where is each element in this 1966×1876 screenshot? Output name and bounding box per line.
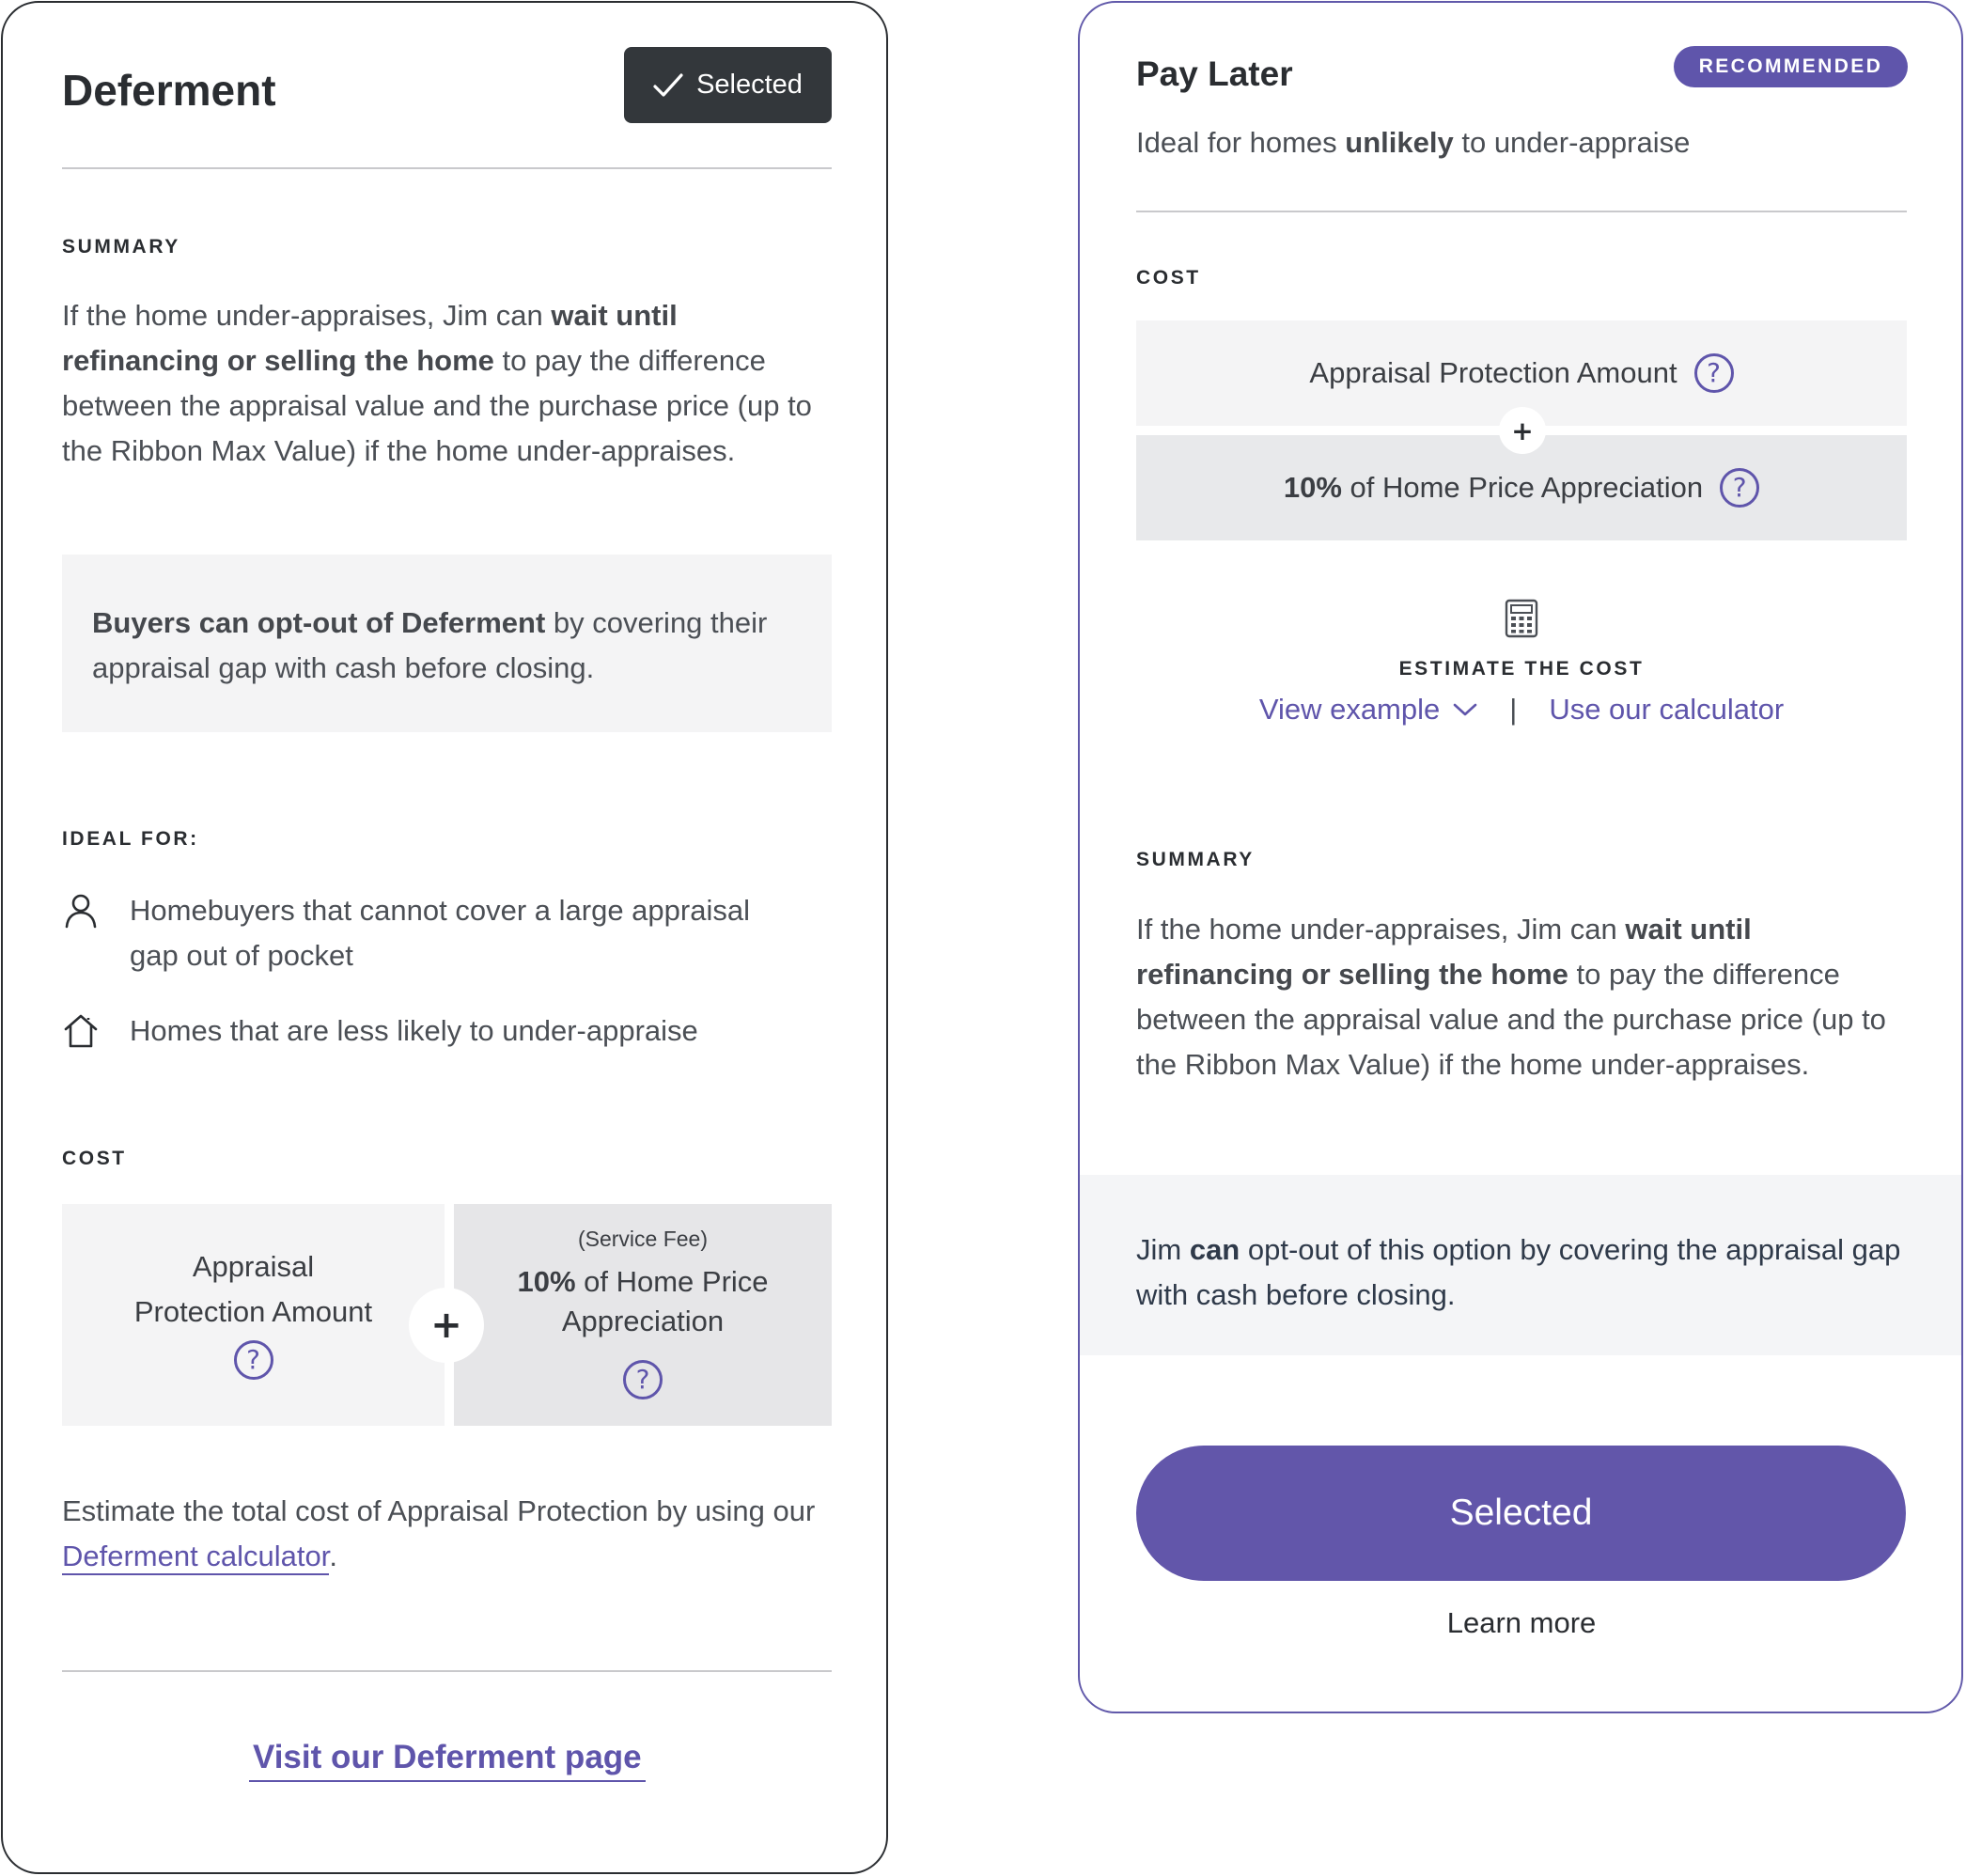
link-separator: |	[1509, 693, 1518, 726]
estimate-text: Estimate the total cost of Appraisal Pro…	[62, 1489, 842, 1579]
view-example-label: View example	[1258, 693, 1441, 726]
card-title: Pay Later	[1136, 55, 1293, 93]
selected-label: Selected	[696, 70, 803, 100]
plus-icon: +	[1499, 407, 1546, 454]
service-fee-note: (Service Fee)	[577, 1227, 709, 1251]
estimate-links: View example | Use our calculator	[1080, 693, 1961, 727]
deferment-card: Deferment Selected SUMMARY If the home u…	[1, 1, 888, 1874]
optout-note: Buyers can opt-out of Deferment by cover…	[62, 555, 832, 732]
divider	[1136, 211, 1907, 212]
summary-label: SUMMARY	[1136, 849, 1255, 870]
help-icon[interactable]: ?	[623, 1360, 663, 1399]
deferment-calculator-link[interactable]: Deferment calculator	[62, 1540, 330, 1575]
help-icon[interactable]: ?	[1720, 468, 1760, 508]
view-example-link[interactable]: View example	[1259, 693, 1477, 727]
help-icon[interactable]: ?	[233, 1340, 273, 1380]
ideal-item-text: Homebuyers that cannot cover a large app…	[130, 894, 750, 972]
cost-text: 10% of Home Price Appreciation	[1283, 471, 1704, 504]
pay-later-card: Pay Later RECOMMENDED Ideal for homes un…	[1078, 1, 1963, 1713]
chevron-down-icon	[1453, 703, 1477, 716]
use-calculator-link[interactable]: Use our calculator	[1549, 693, 1784, 727]
calculator-icon	[1505, 599, 1538, 638]
recommended-badge: RECOMMENDED	[1674, 46, 1908, 87]
cost-text: Appreciation	[561, 1305, 725, 1337]
estimate-label: ESTIMATE THE COST	[1398, 658, 1645, 680]
divider	[62, 167, 832, 169]
help-icon[interactable]: ?	[1693, 353, 1734, 393]
summary-text: If the home under-appraises, Jim can wai…	[62, 299, 812, 467]
home-icon	[64, 1014, 98, 1048]
divider	[62, 1670, 832, 1672]
cost-text: Protection Amount	[133, 1295, 373, 1328]
cost-service-fee: (Service Fee) 10% of Home Price Apprecia…	[454, 1204, 832, 1426]
checkmark-icon	[653, 72, 683, 97]
cost-text: 10% of Home Price	[517, 1265, 769, 1298]
cost-text: Appraisal	[192, 1250, 315, 1283]
selected-button[interactable]: Selected	[1136, 1446, 1906, 1581]
visit-deferment-page-link[interactable]: Visit our Deferment page	[249, 1739, 646, 1782]
cost-label: COST	[1136, 267, 1201, 289]
optout-note: Jim can opt-out of this option by coveri…	[1080, 1175, 1961, 1355]
cost-appraisal-protection: Appraisal Protection Amount ?	[62, 1204, 445, 1426]
learn-more-link[interactable]: Learn more	[1080, 1606, 1961, 1640]
person-icon	[65, 894, 97, 929]
cost-label: COST	[62, 1148, 127, 1169]
ideal-item: Homebuyers that cannot cover a large app…	[62, 888, 795, 978]
ideal-item: Homes that are less likely to under-appr…	[62, 1008, 795, 1054]
selected-button[interactable]: Selected	[624, 47, 832, 123]
card-title: Deferment	[62, 66, 276, 115]
cost-text: Appraisal Protection Amount	[1309, 356, 1677, 389]
plus-icon: +	[409, 1288, 484, 1363]
card-subtitle: Ideal for homes unlikely to under-apprai…	[1136, 126, 1691, 159]
ideal-item-text: Homes that are less likely to under-appr…	[130, 1014, 698, 1047]
summary-label: SUMMARY	[62, 236, 180, 258]
summary-text: If the home under-appraises, Jim can wai…	[1136, 913, 1886, 1081]
ideal-for-label: IDEAL FOR:	[62, 828, 199, 850]
